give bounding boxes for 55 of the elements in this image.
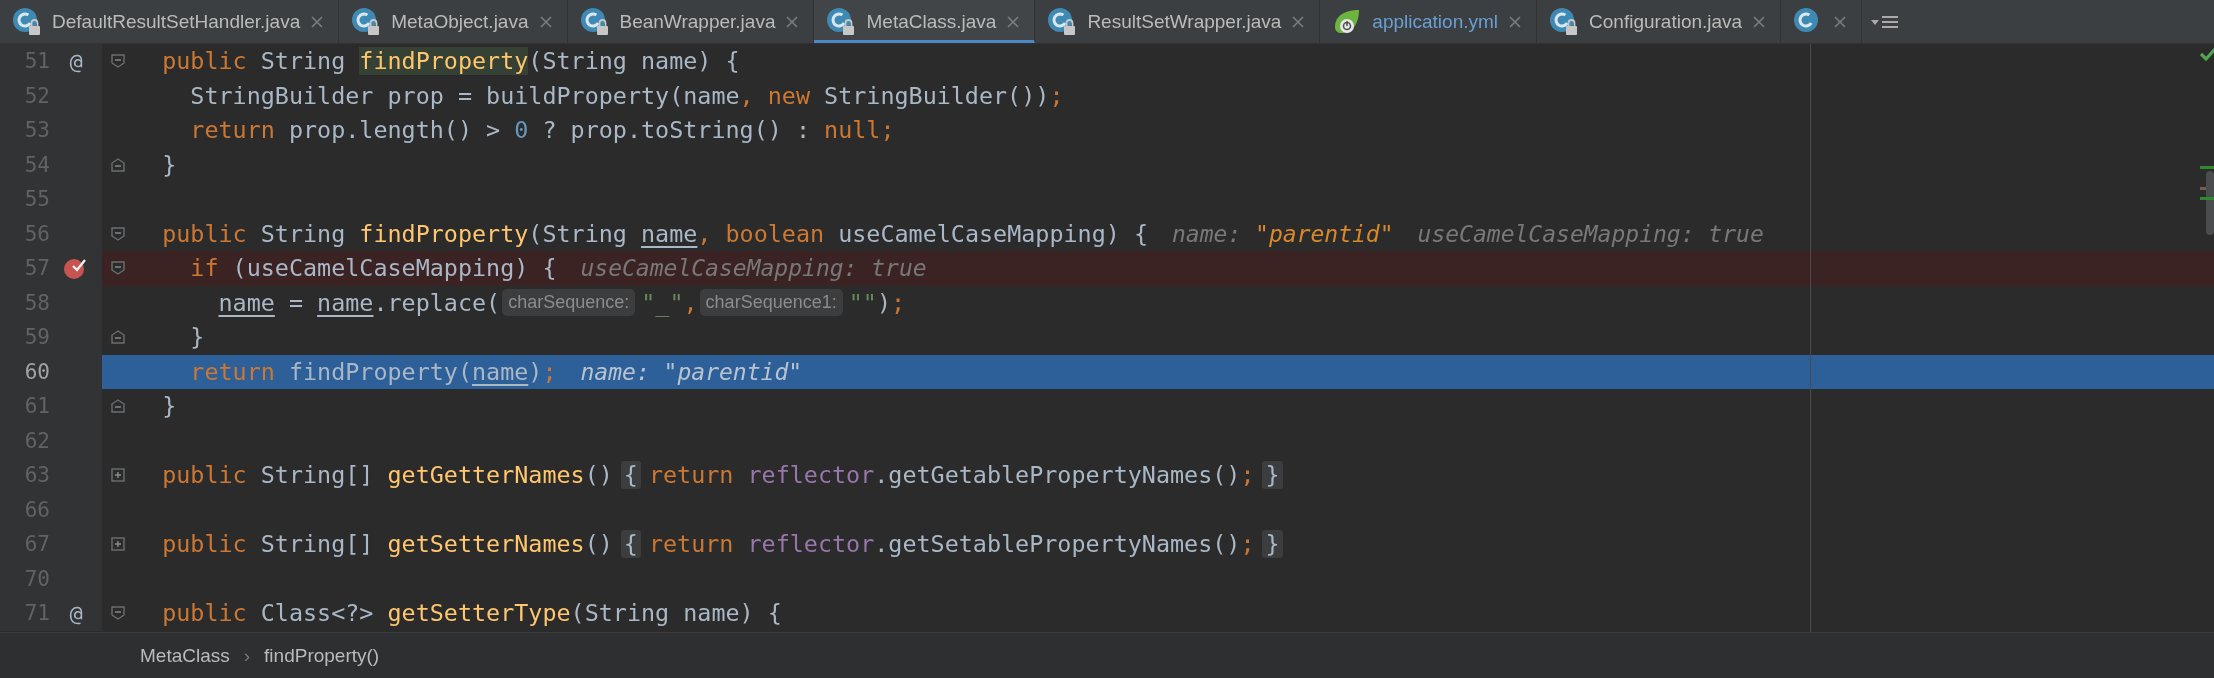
code-text: name = name.replace( xyxy=(218,288,501,317)
inline-value-hint: useCamelCaseMapping: true xyxy=(1417,220,1764,247)
inline-value-hint: name: "parentid" xyxy=(1172,220,1394,247)
fold-icon[interactable] xyxy=(111,261,125,276)
parameter-hint: charSequence: xyxy=(502,289,636,317)
breadcrumb-separator: › xyxy=(243,644,251,667)
code-text: public String[] getGetterNames() xyxy=(162,461,613,490)
change-mark xyxy=(2200,166,2214,169)
folded-code[interactable]: { xyxy=(620,461,641,490)
fold-icon[interactable] xyxy=(111,157,125,172)
code-text: ""); xyxy=(848,288,906,317)
fold-icon[interactable] xyxy=(111,606,125,621)
fold-icon[interactable] xyxy=(111,226,125,241)
folded-code[interactable]: { xyxy=(620,530,641,559)
scrollbar-thumb[interactable] xyxy=(2206,171,2214,235)
expand-icon[interactable] xyxy=(111,468,125,483)
code-text: public String findProperty(String name) { xyxy=(162,47,740,76)
line-number: 60 xyxy=(23,359,50,384)
breadcrumb-item[interactable]: MetaClass xyxy=(140,644,230,667)
code-text: return reflector.getSetablePropertyNames(); xyxy=(648,530,1255,559)
close-icon[interactable] xyxy=(1006,15,1021,29)
code-text: StringBuilder prop = buildProperty(name, new StringBuilder()); xyxy=(190,81,1064,110)
close-icon[interactable] xyxy=(1291,15,1306,29)
inline-value-hint: name: "parentid" xyxy=(580,358,803,385)
code-text: } xyxy=(190,323,205,352)
code-text: public Class<?> getSetterType(String name) { xyxy=(162,599,782,628)
change-mark xyxy=(2200,197,2214,200)
close-icon[interactable] xyxy=(1833,15,1848,29)
close-icon[interactable] xyxy=(538,15,553,29)
folded-code[interactable]: } xyxy=(1262,461,1283,490)
code-text: } xyxy=(162,392,177,421)
code-text: return reflector.getGetablePropertyNames(); xyxy=(648,461,1255,490)
fold-icon[interactable] xyxy=(111,54,125,69)
check-icon xyxy=(2200,47,2214,62)
code-text: return prop.length() > 0 ? prop.toString() : null; xyxy=(190,116,895,145)
override-marker[interactable]: @ xyxy=(69,600,83,626)
folded-code[interactable]: } xyxy=(1262,530,1283,559)
code-text: public String findProperty(String name, boolean useCamelCaseMapping) { xyxy=(162,219,1148,248)
parameter-hint: charSequence1: xyxy=(699,289,843,317)
fold-icon[interactable] xyxy=(111,330,125,345)
inline-value-hint: useCamelCaseMapping: true xyxy=(580,255,927,282)
expand-icon[interactable] xyxy=(111,537,125,552)
code-text: "_", xyxy=(641,288,698,317)
close-icon[interactable] xyxy=(1752,15,1767,29)
fold-icon[interactable] xyxy=(111,399,125,414)
override-marker[interactable]: @ xyxy=(69,48,83,74)
code-text: public String[] getSetterNames() xyxy=(162,530,613,559)
breadcrumb-item[interactable]: findProperty() xyxy=(264,644,380,667)
code-text: return findProperty(name); xyxy=(190,357,557,386)
close-icon[interactable] xyxy=(1508,15,1523,29)
editor-tab[interactable]: MetaClass.java xyxy=(814,0,1036,43)
code-text: } xyxy=(162,150,177,179)
close-icon[interactable] xyxy=(785,15,800,29)
code-text: if (useCamelCaseMapping) { xyxy=(190,254,557,283)
close-icon[interactable] xyxy=(310,15,325,29)
